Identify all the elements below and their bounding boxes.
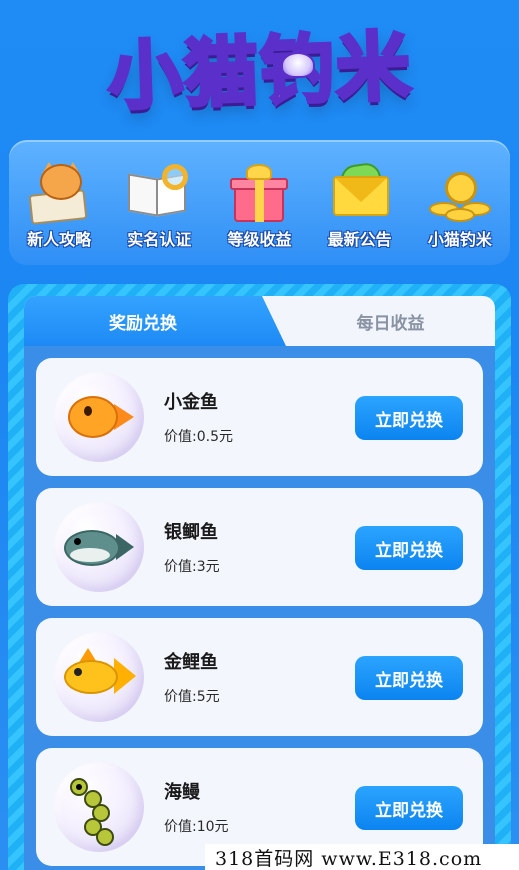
silver-crucian-icon: [54, 502, 144, 592]
menu-item-cat-fishing[interactable]: 小猫钓米: [414, 162, 506, 250]
redeem-button[interactable]: 立即兑换: [355, 526, 463, 570]
reward-list: 小金鱼 价值:0.5元 立即兑换 银鲫鱼 价值:3元 立即兑换 金鲤鱼 价值:5…: [24, 346, 495, 870]
reward-price: 价值:3元: [164, 559, 220, 575]
reward-price: 价值:0.5元: [164, 429, 233, 445]
gift-box-icon: [224, 162, 294, 224]
reward-name: 海鳗: [164, 782, 200, 803]
reward-name: 金鲤鱼: [164, 652, 218, 673]
sea-eel-icon: [54, 762, 144, 852]
reward-panel: 奖励兑换 每日收益 小金鱼 价值:0.5元 立即兑换 银鲫鱼 价值:3元 立即兑…: [8, 284, 511, 870]
cat-guide-icon: [24, 162, 94, 225]
menu-item-verification[interactable]: 实名认证: [113, 162, 205, 250]
gold-coins-icon: [425, 162, 495, 224]
reward-price: 价值:5元: [164, 689, 220, 705]
reward-price: 价值:10元: [164, 819, 229, 835]
menu-item-label: 最新公告: [327, 230, 392, 249]
app-title: 小猫钓米: [104, 21, 415, 122]
redeem-button[interactable]: 立即兑换: [355, 786, 463, 830]
menu-item-label: 等级收益: [227, 230, 292, 249]
tab-reward-exchange[interactable]: 奖励兑换: [24, 296, 286, 346]
book-magnifier-icon: [124, 162, 194, 224]
menu-item-announcements[interactable]: 最新公告: [314, 161, 406, 250]
menu-item-label: 小猫钓米: [427, 230, 492, 249]
redeem-button[interactable]: 立即兑换: [355, 656, 463, 700]
tab-bar: 奖励兑换 每日收益: [24, 296, 495, 346]
menu-item-guide[interactable]: 新人攻略: [13, 162, 105, 250]
watermark: 318首码网 www.E318.com: [205, 844, 519, 870]
envelope-icon: [325, 161, 395, 224]
menu-item-level-earnings[interactable]: 等级收益: [213, 162, 305, 250]
golden-carp-icon: [54, 632, 144, 722]
app-logo: 小猫钓米: [0, 0, 519, 130]
reward-name: 小金鱼: [164, 392, 218, 413]
reward-name: 银鲫鱼: [164, 522, 218, 543]
tab-daily-earnings[interactable]: 每日收益: [286, 296, 495, 346]
menu-item-label: 实名认证: [127, 230, 192, 249]
reward-card: 银鲫鱼 价值:3元 立即兑换: [36, 488, 483, 606]
shell-icon: [281, 52, 315, 78]
redeem-button[interactable]: 立即兑换: [355, 396, 463, 440]
goldfish-icon: [54, 372, 144, 462]
reward-card: 小金鱼 价值:0.5元 立即兑换: [36, 358, 483, 476]
quick-menu: 新人攻略 实名认证 等级收益 最新公告 小猫钓米: [9, 140, 510, 265]
menu-item-label: 新人攻略: [27, 230, 92, 249]
reward-card: 金鲤鱼 价值:5元 立即兑换: [36, 618, 483, 736]
